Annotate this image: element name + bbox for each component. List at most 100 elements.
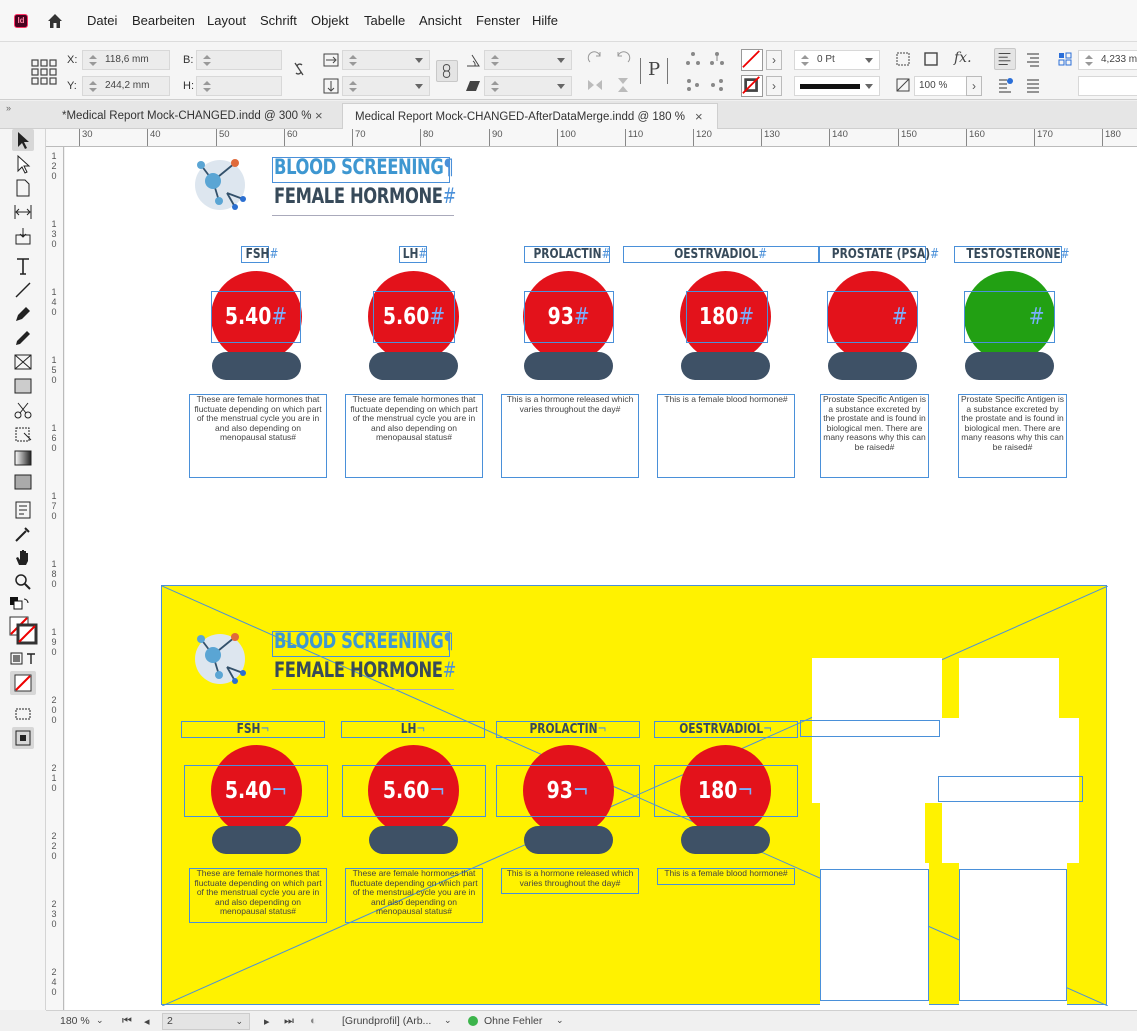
hormone-label[interactable]: TESTOSTERONE# <box>954 246 1070 263</box>
view-mode-button[interactable] <box>12 727 34 749</box>
next-page-icon[interactable]: ▸ <box>264 1015 270 1028</box>
hormone-label[interactable]: PROLACTIN¬ <box>496 721 640 738</box>
hormone-label[interactable]: OESTRVADIOL# <box>623 246 819 263</box>
zoom-dropdown-icon[interactable]: ⌄ <box>96 1015 104 1026</box>
scale-y-field[interactable] <box>342 76 430 96</box>
menu-hilfe[interactable]: Hilfe <box>532 13 558 28</box>
text-frame[interactable] <box>959 869 1067 1001</box>
justify-icon[interactable] <box>1024 76 1042 94</box>
align-right-icon[interactable] <box>1024 50 1042 68</box>
gradient-feather-tool[interactable] <box>12 471 34 493</box>
flip-vertical-icon[interactable] <box>614 76 632 94</box>
select-content-icon[interactable] <box>708 50 726 68</box>
last-page-icon[interactable]: ⏭ <box>284 1015 294 1028</box>
first-page-icon[interactable]: ⏮ <box>122 1015 132 1028</box>
text-frame[interactable] <box>800 720 940 737</box>
zoom-level[interactable]: 180 % <box>60 1015 90 1027</box>
close-tab-icon[interactable]: × <box>315 103 323 129</box>
direct-selection-tool[interactable] <box>12 153 34 175</box>
text-wrap-icon[interactable] <box>894 50 912 68</box>
hormone-value-frame[interactable]: 5.40¬ <box>184 765 328 817</box>
tab-medical-report[interactable]: *Medical Report Mock-CHANGED.indd @ 300 … <box>50 103 340 129</box>
menu-tabelle[interactable]: Tabelle <box>364 13 405 28</box>
hormone-description[interactable]: These are female hormones that fluctuate… <box>189 868 327 923</box>
rotate-ccw-icon[interactable] <box>614 50 632 68</box>
hormone-label[interactable]: PROLACTIN# <box>524 246 611 263</box>
hormone-value-frame[interactable]: 180¬ <box>654 765 798 817</box>
x-position-field[interactable]: 118,6 mm <box>82 50 170 70</box>
open-document-icon[interactable]: ◐ <box>310 1015 317 1027</box>
scissors-tool[interactable] <box>12 399 34 421</box>
hormone-label[interactable]: LH¬ <box>341 721 485 738</box>
gradient-tool[interactable] <box>12 447 34 469</box>
default-colors-icon[interactable] <box>8 595 30 617</box>
constrain-proportions-icon[interactable] <box>290 60 308 78</box>
eyedropper-tool[interactable] <box>12 523 34 545</box>
hand-tool[interactable] <box>12 547 34 569</box>
menu-fenster[interactable]: Fenster <box>476 13 520 28</box>
scale-x-field[interactable] <box>342 50 430 70</box>
opacity-menu-button[interactable]: › <box>966 76 982 96</box>
hormone-value-frame[interactable]: 5.40# <box>211 291 301 343</box>
hormone-description[interactable]: This is a female blood hormone# <box>657 868 795 885</box>
chevron-down-icon[interactable]: ⌄ <box>556 1015 564 1026</box>
hormone-description[interactable]: Prostate Specific Antigen is a substance… <box>958 394 1067 478</box>
align-to-baseline-icon[interactable] <box>996 76 1014 94</box>
hormone-description[interactable]: This is a hormone released which varies … <box>501 868 639 894</box>
text-frame[interactable] <box>820 869 929 1001</box>
hormone-value-frame[interactable]: 5.60# <box>373 291 455 343</box>
constrain-scale-button[interactable] <box>436 60 458 82</box>
page-number-field[interactable]: 2 ⌄ <box>162 1013 250 1030</box>
menu-bearbeiten[interactable]: Bearbeiten <box>132 13 195 28</box>
hormone-description[interactable]: These are female hormones that fluctuate… <box>345 868 483 923</box>
rotate-angle-icon[interactable] <box>464 51 482 69</box>
hormone-value-frame[interactable]: 5.60¬ <box>342 765 486 817</box>
selection-tool[interactable] <box>12 129 34 151</box>
hormone-label[interactable]: OESTRVADIOL¬ <box>654 721 798 738</box>
pencil-tool[interactable] <box>12 327 34 349</box>
y-position-field[interactable]: 244,2 mm <box>82 76 170 96</box>
shear-field[interactable] <box>484 76 572 96</box>
auto-fit-icon[interactable] <box>1056 50 1074 68</box>
hormone-description[interactable]: Prostate Specific Antigen is a substance… <box>820 394 929 478</box>
flip-horizontal-icon[interactable] <box>586 76 604 94</box>
scale-y-icon[interactable] <box>322 77 340 95</box>
hormone-description[interactable]: These are female hormones that fluctuate… <box>345 394 483 478</box>
line-tool[interactable] <box>12 279 34 301</box>
close-tab-icon[interactable]: × <box>695 104 703 130</box>
previous-page-icon[interactable]: ◂ <box>144 1015 150 1028</box>
note-tool[interactable] <box>12 499 34 521</box>
stroke-weight-field[interactable]: 0 Pt <box>794 50 880 70</box>
home-icon[interactable] <box>46 12 64 30</box>
height-field[interactable] <box>196 76 282 96</box>
shear-angle-icon[interactable] <box>464 77 482 95</box>
content-collector-tool[interactable] <box>12 225 34 247</box>
scale-x-icon[interactable] <box>322 51 340 69</box>
hormone-description[interactable]: This is a female blood hormone# <box>657 394 795 478</box>
effects-fx-icon[interactable]: fx. <box>954 50 972 66</box>
hormone-label[interactable]: LH# <box>399 246 427 263</box>
fill-stroke-swatch[interactable] <box>8 615 38 645</box>
text-frame[interactable] <box>938 776 1083 802</box>
collapse-panel-icon[interactable]: » <box>6 103 11 113</box>
direction-p-icon[interactable]: P <box>640 58 668 84</box>
free-transform-tool[interactable] <box>12 423 34 445</box>
horizontal-ruler[interactable]: 30 40 50 60 70 80 90 100 110 120 130 140… <box>46 129 1137 147</box>
menu-schrift[interactable]: Schrift <box>260 13 297 28</box>
reference-point-icon[interactable] <box>30 58 58 86</box>
pen-tool[interactable] <box>12 303 34 325</box>
gap-tool[interactable] <box>12 201 34 223</box>
hormone-value-frame[interactable]: 93¬ <box>496 765 640 817</box>
formatting-affects-container-icon[interactable] <box>10 651 38 673</box>
stroke-menu-button[interactable]: › <box>766 76 782 96</box>
preflight-profile[interactable]: [Grundprofil] (Arb... <box>342 1015 431 1027</box>
width-field[interactable] <box>196 50 282 70</box>
rotate-field[interactable] <box>484 50 572 70</box>
hormone-value-frame[interactable]: 180# <box>686 291 768 343</box>
hormone-description[interactable]: These are female hormones that fluctuate… <box>189 394 327 478</box>
menu-objekt[interactable]: Objekt <box>311 13 349 28</box>
hormone-label[interactable]: FSH# <box>241 246 278 263</box>
opacity-icon[interactable] <box>894 76 912 94</box>
rectangle-frame-tool[interactable] <box>12 351 34 373</box>
select-next-icon[interactable] <box>708 76 726 94</box>
